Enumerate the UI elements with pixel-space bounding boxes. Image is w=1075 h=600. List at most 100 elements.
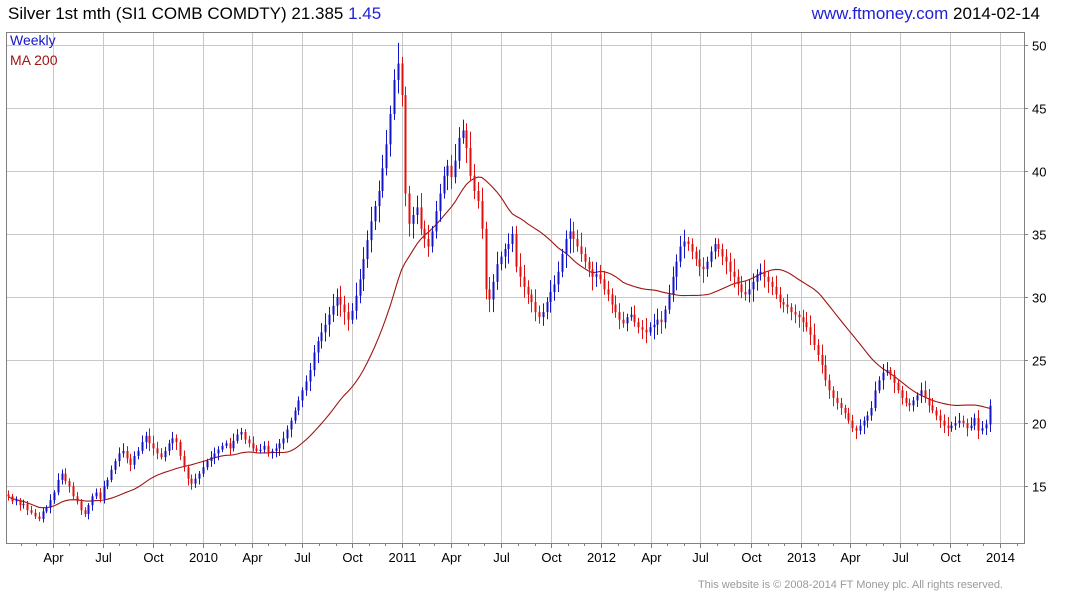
up-candle: [213, 453, 216, 458]
down-candle: [420, 207, 423, 229]
up-candle: [45, 507, 48, 512]
down-candle: [618, 312, 621, 320]
up-candle: [91, 496, 94, 506]
down-candle: [733, 271, 736, 277]
up-candle: [57, 479, 60, 493]
down-candle: [481, 201, 484, 229]
x-tick-label: Oct: [143, 550, 164, 565]
up-candle: [549, 291, 552, 303]
down-candle: [427, 238, 430, 247]
up-candle: [756, 274, 759, 282]
down-candle: [813, 334, 816, 345]
up-candle: [561, 254, 564, 272]
up-candle: [970, 425, 973, 429]
up-candle: [278, 443, 281, 449]
up-candle: [958, 420, 961, 424]
down-candle: [905, 397, 908, 403]
up-candle: [511, 233, 514, 244]
down-candle: [611, 294, 614, 305]
down-candle: [802, 317, 805, 323]
down-candle: [26, 503, 29, 511]
down-candle: [897, 382, 900, 391]
up-candle: [916, 395, 919, 401]
down-candle: [740, 284, 743, 292]
up-candle: [416, 207, 419, 215]
down-candle: [844, 407, 847, 414]
up-candle: [359, 279, 362, 296]
down-candle: [72, 486, 75, 497]
x-axis: Apr Jul Oct 2010 Apr Jul Oct 2011 Apr Jul Oct 2012 A…: [21, 543, 1018, 565]
up-candle: [412, 214, 415, 224]
down-candle: [695, 251, 698, 260]
up-candle: [137, 450, 140, 456]
up-candle: [171, 438, 174, 444]
up-candle: [500, 256, 503, 265]
up-candle: [355, 295, 358, 311]
down-candle: [702, 266, 705, 270]
x-tick-label: 2010: [189, 550, 218, 565]
down-candle: [572, 231, 575, 239]
up-candle: [443, 175, 446, 194]
down-candle: [935, 410, 938, 416]
up-candle: [886, 370, 889, 373]
down-candle: [943, 420, 946, 426]
x-tick-label: Apr: [840, 550, 861, 565]
down-candle: [725, 256, 728, 262]
down-candle: [588, 261, 591, 270]
down-candle: [469, 148, 472, 176]
down-candle: [798, 314, 801, 318]
up-candle: [462, 130, 465, 138]
down-candle: [901, 390, 904, 398]
y-axis: 15 20 25 30 35 40 45 50: [1024, 39, 1046, 495]
up-candle: [141, 442, 144, 451]
up-candle: [332, 305, 335, 315]
up-candle: [42, 511, 45, 520]
down-candle: [485, 228, 488, 290]
up-candle: [317, 341, 320, 353]
up-candle: [393, 79, 396, 115]
down-candle: [11, 496, 14, 502]
down-candle: [175, 438, 178, 443]
up-candle: [351, 310, 354, 320]
up-candle: [859, 425, 862, 431]
down-candle: [423, 228, 426, 239]
y-tick-label: 15: [1032, 480, 1046, 495]
up-candle: [546, 302, 549, 313]
up-candle: [95, 492, 98, 497]
down-candle: [190, 478, 193, 484]
down-candle: [527, 286, 530, 295]
down-candle: [473, 175, 476, 191]
up-candle: [225, 443, 228, 446]
down-candle: [99, 492, 102, 499]
down-candle: [80, 501, 83, 511]
up-candle: [446, 165, 449, 176]
down-candle: [614, 304, 617, 313]
y-tick-label: 25: [1032, 354, 1046, 369]
up-candle: [221, 445, 224, 450]
down-candle: [840, 402, 843, 408]
up-candle: [168, 443, 171, 451]
down-candle: [34, 512, 37, 517]
copyright-footer: This website is © 2008-2014 FT Money plc…: [697, 579, 1003, 591]
up-candle: [324, 324, 327, 333]
up-candle: [981, 428, 984, 431]
down-candle: [607, 289, 610, 295]
down-candle: [255, 448, 258, 451]
down-candle: [7, 494, 10, 497]
up-candle: [435, 211, 438, 232]
down-candle: [832, 390, 835, 398]
down-candle: [660, 319, 663, 323]
up-candle: [672, 276, 675, 295]
x-tick-label: Oct: [741, 550, 762, 565]
down-candle: [343, 304, 346, 313]
up-candle: [458, 137, 461, 161]
up-candle: [133, 455, 136, 465]
up-candle: [714, 243, 717, 252]
up-candle: [217, 449, 220, 454]
up-candle: [313, 352, 316, 371]
down-candle: [939, 415, 942, 421]
up-candle: [305, 381, 308, 391]
up-candle: [950, 425, 953, 429]
up-candle: [912, 400, 915, 406]
x-tick-label: Apr: [242, 550, 263, 565]
